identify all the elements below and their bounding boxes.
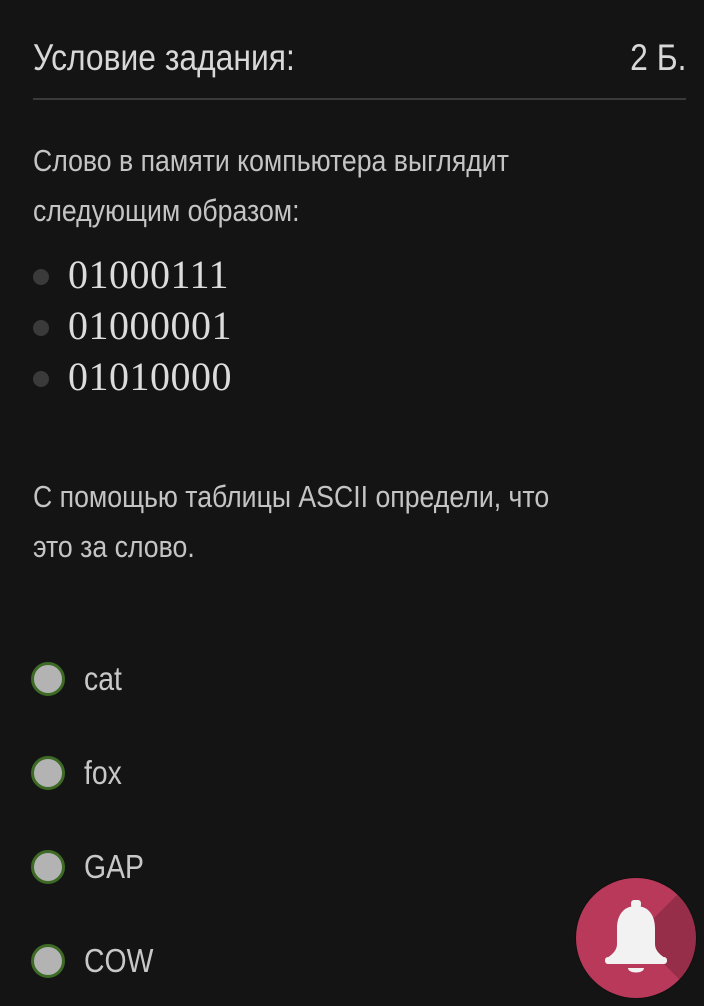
question-intro-line: Слово в памяти компьютера выглядит bbox=[33, 143, 509, 178]
radio-button[interactable] bbox=[31, 662, 65, 696]
byte-value: 01010000 bbox=[68, 354, 232, 399]
question-intro-line: следующим образом: bbox=[33, 193, 300, 228]
points-badge: 2 Б. bbox=[629, 37, 686, 78]
task-page: Условие задания: 2 Б. Слово в памяти ком… bbox=[0, 0, 704, 1006]
answer-option-label: cat bbox=[84, 660, 122, 697]
radio-button[interactable] bbox=[31, 850, 65, 884]
byte-value: 01000111 bbox=[68, 252, 230, 297]
question-prompt: С помощью таблицы ASCII определи, что эт… bbox=[33, 472, 566, 572]
radio-button[interactable] bbox=[31, 944, 65, 978]
answer-options: cat fox GAP COW bbox=[31, 632, 165, 1006]
question-prompt-line: это за слово. bbox=[33, 529, 195, 564]
answer-option-label: fox bbox=[84, 754, 122, 791]
answer-option-cat[interactable]: cat bbox=[31, 632, 165, 726]
list-item: 01000001 bbox=[33, 300, 232, 351]
answer-option-gap[interactable]: GAP bbox=[31, 820, 165, 914]
bullet-dot-icon bbox=[33, 319, 49, 336]
bullet-dot-icon bbox=[33, 370, 49, 387]
bell-icon bbox=[605, 900, 667, 973]
answer-option-label: COW bbox=[84, 942, 154, 979]
byte-list: 01000111 01000001 01010000 bbox=[33, 249, 232, 402]
radio-button[interactable] bbox=[31, 756, 65, 790]
notifications-button[interactable] bbox=[576, 878, 696, 998]
list-item: 01010000 bbox=[33, 351, 232, 402]
answer-option-label: GAP bbox=[84, 848, 144, 885]
question-intro: Слово в памяти компьютера выглядит следу… bbox=[33, 136, 566, 236]
byte-value: 01000001 bbox=[68, 303, 232, 348]
question-prompt-line: С помощью таблицы ASCII определи, что bbox=[33, 479, 550, 514]
task-header: Условие задания: 2 Б. bbox=[33, 28, 686, 100]
answer-option-cow[interactable]: COW bbox=[31, 914, 165, 1006]
list-item: 01000111 bbox=[33, 249, 232, 300]
page-title: Условие задания: bbox=[33, 37, 295, 78]
answer-option-fox[interactable]: fox bbox=[31, 726, 165, 820]
bullet-dot-icon bbox=[33, 268, 49, 285]
